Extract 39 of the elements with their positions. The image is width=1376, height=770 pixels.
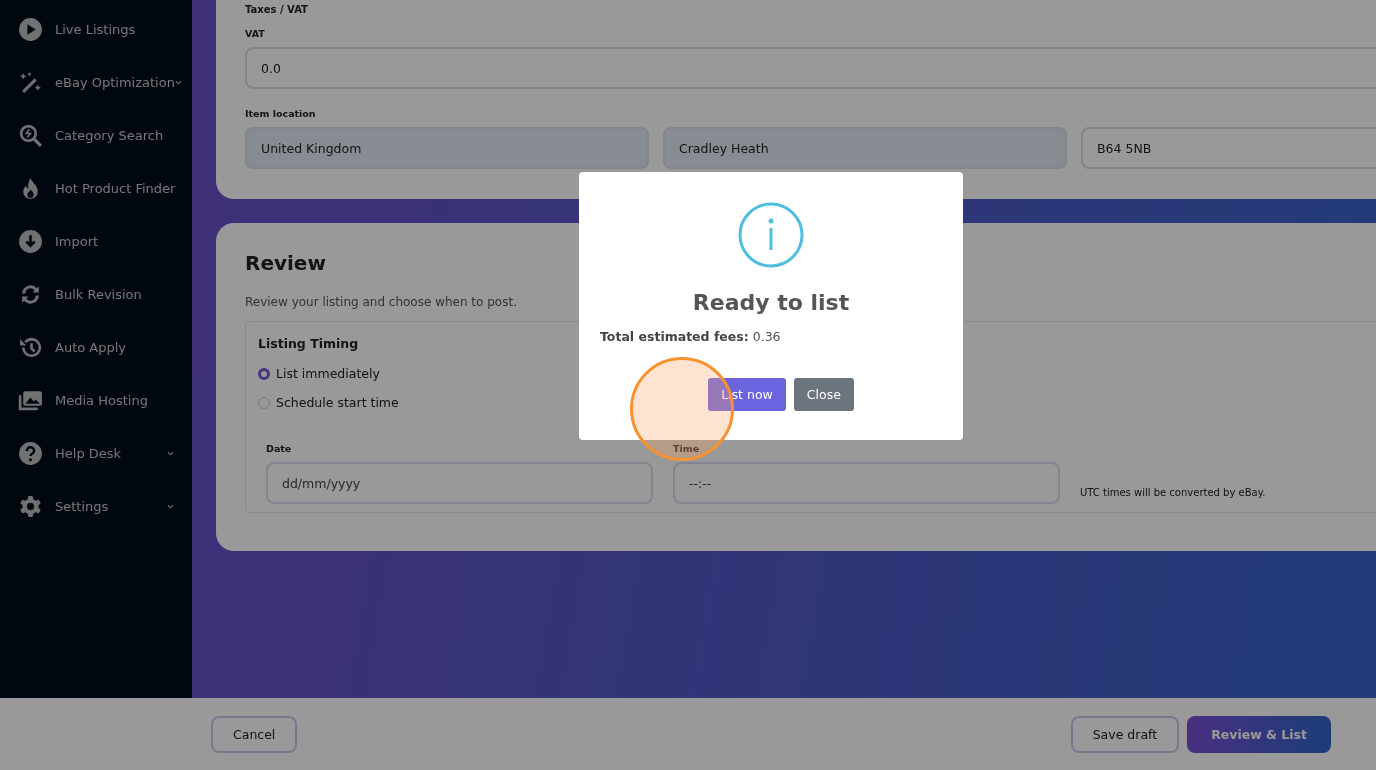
field-label: Date <box>266 443 292 454</box>
panel-title: Listing Timing <box>258 336 359 351</box>
sidebar-item[interactable]: Settings <box>0 488 192 524</box>
radio-label[interactable]: List immediately <box>276 366 380 381</box>
radio-label[interactable]: Schedule start time <box>276 395 399 410</box>
search-icon <box>18 122 43 148</box>
sidebar-item[interactable]: Auto Apply <box>0 329 192 365</box>
radio-button[interactable] <box>258 367 270 380</box>
info-icon <box>738 202 804 268</box>
field-label: Time <box>673 443 700 454</box>
save-draft-button[interactable]: Save draft <box>1070 715 1180 753</box>
section-subtitle: Review your listing and choose when to post. <box>245 295 517 309</box>
field-label: Item location <box>245 108 316 119</box>
sidebar-item[interactable]: Help Desk <box>0 435 192 471</box>
sidebar-item[interactable]: Category Search <box>0 117 192 153</box>
sidebar-item[interactable]: Import <box>0 223 192 259</box>
help-icon <box>18 440 43 466</box>
fees-text: Total estimated fees: 0.36 <box>600 329 782 344</box>
play-icon <box>18 16 43 42</box>
section-title: Review <box>245 251 326 275</box>
sidebar-item[interactable]: Live Listings <box>0 11 192 47</box>
time-field[interactable]: --:-- <box>673 462 1060 504</box>
sidebar-item[interactable]: Hot Product Finder <box>0 170 192 206</box>
sidebar-item[interactable]: Bulk Revision <box>0 276 192 312</box>
date-field[interactable]: dd/mm/yyyy <box>266 462 653 504</box>
section-title: Taxes / VAT <box>245 4 308 16</box>
magic-wand-icon <box>18 69 43 95</box>
modal-title: Ready to list <box>691 290 851 315</box>
field-label: VAT <box>245 28 265 39</box>
location-field[interactable]: B64 5NB <box>1081 127 1376 169</box>
sidebar-item[interactable]: Media Hosting <box>0 382 192 418</box>
close-button[interactable]: Close <box>793 378 854 411</box>
hint-text: UTC times will be converted by eBay. <box>1080 487 1266 500</box>
cancel-button[interactable]: Cancel <box>211 715 298 753</box>
sidebar-item[interactable]: eBay Optimization <box>0 64 192 100</box>
review-list-button[interactable]: Review & List <box>1187 715 1331 753</box>
download-icon <box>18 228 43 254</box>
vat-field[interactable]: 0.0 <box>245 47 1376 89</box>
settings-icon <box>18 493 43 519</box>
